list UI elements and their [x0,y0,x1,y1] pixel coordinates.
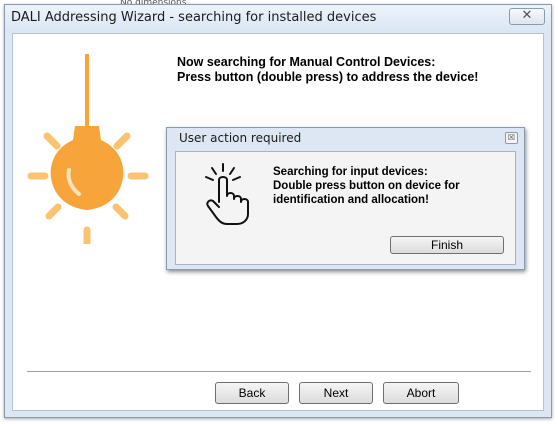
finish-button[interactable]: Finish [390,236,504,254]
instruction-text: Now searching for Manual Control Devices… [177,55,478,85]
dialog-close-button[interactable]: ☒ [505,132,518,144]
dialog-message: Searching for input devices: Double pres… [273,165,460,207]
window-title: DALI Addressing Wizard - searching for i… [11,10,377,25]
press-button-hand-icon [205,163,249,225]
abort-button[interactable]: Abort [383,382,459,404]
user-action-dialog: User action required ☒ Searching for inp… [166,127,525,270]
dialog-message-line-3: identification and allocation! [273,194,429,206]
title-bar[interactable]: DALI Addressing Wizard - searching for i… [5,5,551,32]
next-button[interactable]: Next [299,382,373,404]
device-list-area[interactable] [177,282,524,357]
dialog-message-line-1: Searching for input devices: [273,166,428,178]
instruction-line-2: Press button (double press) to address t… [177,70,479,84]
back-button[interactable]: Back [215,382,289,404]
screen: No dimensions DALI Addressing Wizard - s… [0,0,558,424]
separator [27,371,531,373]
dialog-title: User action required [179,131,302,145]
light-bulb-icon [27,54,149,244]
dialog-message-line-2: Double press button on device for [273,180,460,192]
instruction-line-1: Now searching for Manual Control Devices… [177,55,436,69]
dialog-content: Searching for input devices: Double pres… [175,151,516,265]
window-close-button[interactable]: ✕ [509,8,545,25]
